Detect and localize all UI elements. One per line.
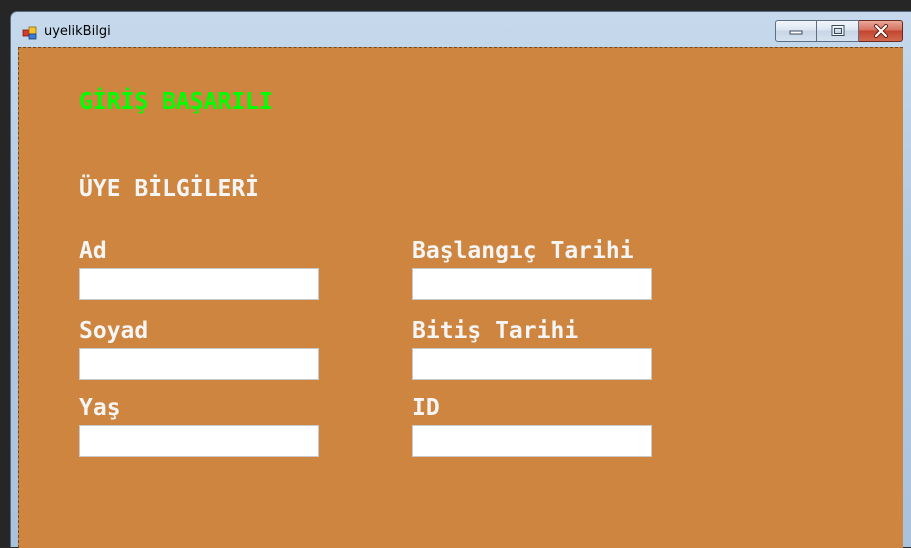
soyad-label: Soyad (79, 318, 149, 344)
close-button[interactable] (859, 20, 903, 42)
minimize-icon (789, 30, 803, 35)
yas-input[interactable] (79, 425, 319, 457)
soyad-input[interactable] (79, 348, 319, 380)
close-icon (873, 24, 888, 38)
bitis-tarihi-input[interactable] (412, 348, 652, 380)
member-info-heading: ÜYE BİLGİLERİ (79, 176, 260, 202)
baslangic-tarihi-input[interactable] (412, 268, 652, 300)
bitis-tarihi-label: Bitiş Tarihi (412, 318, 579, 344)
maximize-icon (831, 25, 844, 36)
login-success-message: GİRİŞ BAŞARILI (79, 89, 273, 115)
windows-form-icon[interactable] (22, 25, 38, 41)
id-input[interactable] (412, 425, 652, 457)
app-window: uyelikBilgi GİRİŞ BAŞARILI ÜYE BİLGİLERİ… (10, 11, 911, 548)
title-bar[interactable]: uyelikBilgi (11, 12, 911, 47)
maximize-button[interactable] (817, 20, 859, 42)
yas-label: Yaş (79, 395, 121, 421)
baslangic-tarihi-label: Başlangıç Tarihi (412, 238, 634, 264)
form-client-area: GİRİŞ BAŞARILI ÜYE BİLGİLERİ Ad Soyad Ya… (18, 47, 903, 548)
ad-label: Ad (79, 238, 107, 264)
minimize-button[interactable] (775, 20, 817, 42)
window-title: uyelikBilgi (44, 24, 111, 39)
ad-input[interactable] (79, 268, 319, 300)
caption-buttons (775, 20, 903, 42)
id-label: ID (412, 395, 440, 421)
